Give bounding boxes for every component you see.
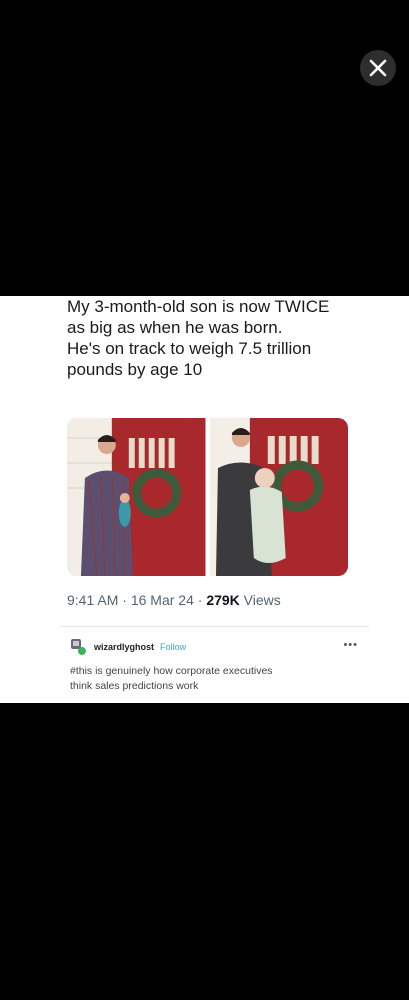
tweet-line: as big as when he was born.	[67, 318, 283, 337]
views-count: 279K	[206, 592, 240, 608]
tweet-text: My 3-month-old son is now TWICE as big a…	[67, 296, 367, 380]
photo-dad-with-newborn	[67, 418, 206, 576]
photo-dad-with-3-month-old	[209, 418, 348, 576]
tweet-line: My 3-month-old son is now TWICE	[67, 297, 330, 316]
tweet-meta: 9:41 AM · 16 Mar 24 · 279K Views	[67, 592, 281, 608]
tweet-photos	[67, 418, 348, 576]
tag-line: #this is genuinely how corporate executi…	[70, 665, 273, 677]
divider	[60, 626, 369, 627]
meta-separator: ·	[118, 592, 131, 608]
tweet-line: pounds by age 10	[67, 360, 203, 379]
tumblr-post: wizardlyghost Follow ••• #this is genuin…	[70, 636, 360, 694]
more-dots-icon[interactable]: •••	[343, 639, 358, 651]
close-icon	[369, 59, 387, 77]
tumblr-username[interactable]: wizardlyghost	[94, 642, 154, 652]
tumblr-tags: #this is genuinely how corporate executi…	[70, 664, 360, 694]
tumblr-header: wizardlyghost Follow •••	[70, 636, 360, 658]
tweet-line: He's on track to weigh 7.5 trillion	[67, 339, 312, 358]
views-label: Views	[239, 592, 281, 608]
tweet-date: 16 Mar 24	[130, 592, 194, 608]
tweet-time: 9:41 AM	[67, 592, 119, 608]
post-image: My 3-month-old son is now TWICE as big a…	[0, 296, 409, 703]
follow-button[interactable]: Follow	[160, 642, 186, 652]
close-button[interactable]	[360, 50, 396, 86]
avatar[interactable]	[70, 638, 86, 656]
tag-line: think sales predictions work	[70, 680, 199, 692]
meta-separator: ·	[193, 592, 207, 608]
